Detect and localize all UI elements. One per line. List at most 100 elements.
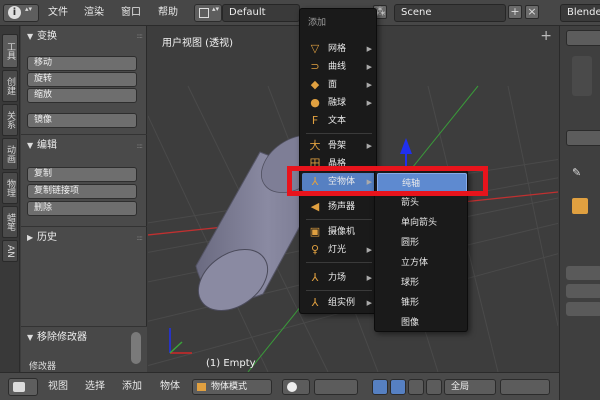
menu-item-surface[interactable]: ◆ 面 ▶ [302,76,376,94]
delete-scene-button[interactable]: × [525,5,539,19]
tab-animation[interactable]: 动画 [2,138,18,170]
scene-name-field[interactable]: Scene [394,4,506,22]
shading-dropdown[interactable] [282,379,310,395]
outliner-view-button[interactable] [566,30,600,46]
operator-panel-header[interactable]: ▼ 移除修改器 [23,329,143,347]
rotate-manipulator-icon[interactable] [408,379,424,395]
menu-item-text[interactable]: F 文本 [302,112,376,130]
submenu-item-single-arrow[interactable]: 单向箭头 [377,213,467,233]
menu-divider [306,219,372,220]
3d-view-icon [13,382,25,392]
menu-add[interactable]: 添加 [122,380,142,394]
menu-item-metaball[interactable]: ● 融球 ▶ [302,94,376,112]
menu-item-label: 扬声器 [328,202,356,212]
submenu-arrow-icon: ▶ [366,81,372,89]
expanded-triangle-icon: ▼ [27,141,34,150]
viewport-header: 视图 选择 添加 物体 物体模式 全局 [0,372,559,400]
viewport-corner-plus-icon[interactable]: + [540,28,552,44]
menu-item-mesh[interactable]: ▽ 网格 ▶ [302,40,376,58]
chevron-updown-icon: ▴▾ [25,5,33,13]
submenu-item-cone[interactable]: 锥形 [377,293,467,313]
layout-name-field[interactable]: Default [222,4,300,22]
scale-button[interactable]: 缩放 [27,88,137,103]
menu-help[interactable]: 帮助 [158,5,178,21]
submenu-item-image[interactable]: 图像 [377,313,467,333]
menu-item-force-field[interactable]: ⅄ 力场 ▶ [302,269,376,287]
drag-handle-icon[interactable]: :::: [137,142,144,150]
text-icon: F [311,114,319,127]
duplicate-linked-button[interactable]: 复制链接项 [27,184,137,199]
translate-manipulator-icon[interactable] [390,379,406,395]
group-instance-icon: ⅄ [311,296,319,309]
menu-window[interactable]: 窗口 [121,5,141,21]
orientation-dropdown[interactable]: 全局 [444,379,496,395]
mesh-icon: ▽ [310,42,320,55]
tab-create[interactable]: 创建 [2,70,18,102]
info-icon: i [8,6,21,19]
add-scene-button[interactable]: + [508,5,522,19]
move-button[interactable]: 移动 [27,56,137,71]
submenu-item-sphere[interactable]: 球形 [377,273,467,293]
menu-item-curve[interactable]: ⊃ 曲线 ▶ [302,58,376,76]
divider [21,226,147,227]
duplicate-button[interactable]: 复制 [27,167,137,182]
submenu-item-cube[interactable]: 立方体 [377,253,467,273]
editor-type-button[interactable]: i ▴▾ [3,4,39,22]
menu-item-camera[interactable]: ▣ 摄像机 [302,223,376,241]
menu-item-lamp[interactable]: ♀ 灯光 ▶ [302,241,376,259]
menu-select[interactable]: 选择 [85,380,105,394]
active-object-label: (1) Empty [206,358,256,369]
properties-editor-button[interactable] [566,130,600,146]
armature-icon: 大 [309,139,321,152]
mode-dropdown[interactable]: 物体模式 [192,379,272,395]
menu-item-label: 曲线 [328,62,347,72]
editor-type-button[interactable] [8,378,38,396]
submenu-arrow-icon: ▶ [366,45,372,53]
menu-item-label: 融球 [328,98,347,108]
menu-file[interactable]: 文件 [48,5,68,21]
expanded-triangle-icon: ▼ [27,32,34,41]
rotate-button[interactable]: 旋转 [27,72,137,87]
drag-handle-icon[interactable]: :::: [137,234,144,242]
location-y-field[interactable] [566,284,600,298]
submenu-arrow-icon: ▶ [366,299,372,307]
transform-panel-header[interactable]: ▼ 变换 [23,28,143,46]
location-z-field[interactable] [566,302,600,316]
menu-object[interactable]: 物体 [160,380,180,394]
tab-tools[interactable]: 工具 [2,34,18,68]
drag-handle-icon[interactable]: :::: [137,32,144,40]
menu-view[interactable]: 视图 [48,380,68,394]
submenu-item-circle[interactable]: 圆形 [377,233,467,253]
tab-grease-pencil[interactable]: 蜡笔 [2,206,18,238]
history-header-label: 历史 [37,232,57,243]
add-menu-title: 添加 [308,18,327,28]
history-panel-header[interactable]: ▶ 历史 [23,229,143,247]
menu-render[interactable]: 渲染 [84,5,104,21]
layers-button[interactable] [500,379,550,395]
menu-item-armature[interactable]: 大骨架 ▶ [302,137,376,155]
edit-panel-header[interactable]: ▼ 编辑 [23,137,143,155]
menu-item-group-instance[interactable]: ⅄ 组实例 ▶ [302,294,376,312]
location-x-field[interactable] [566,266,600,280]
menu-item-speaker[interactable]: ◀ 扬声器 [302,198,376,216]
mirror-button[interactable]: 镜像 [27,113,137,128]
pivot-dropdown[interactable] [314,379,358,395]
outliner-item[interactable] [572,56,592,96]
panel-scrollbar[interactable] [131,332,141,364]
tab-relations[interactable]: 关系 [2,104,18,136]
render-engine-field[interactable]: Blender [560,4,600,22]
pin-icon[interactable]: ✎ [572,166,581,179]
delete-button[interactable]: 删除 [27,201,137,216]
transform-header-label: 变换 [37,31,57,42]
edit-header-label: 编辑 [37,140,57,151]
menu-divider [306,133,372,134]
menu-item-label: 网格 [328,44,347,54]
tab-an[interactable]: AN [2,240,18,262]
manipulator-toggle[interactable] [372,379,388,395]
submenu-arrow-icon: ▶ [366,142,372,150]
submenu-item-arrows[interactable]: 箭头 [377,193,467,213]
scale-manipulator-icon[interactable] [426,379,442,395]
layout-type-button[interactable]: ▴▾ [194,4,222,22]
tab-physics[interactable]: 物理 [2,172,18,204]
object-icon[interactable] [572,198,588,214]
